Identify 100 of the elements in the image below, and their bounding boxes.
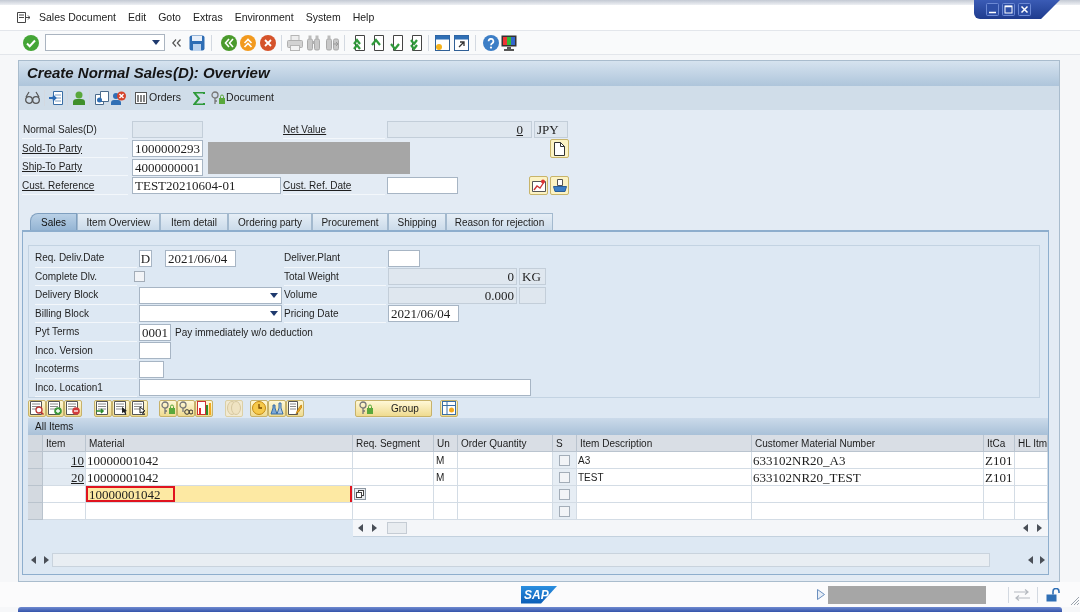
- table-cell[interactable]: [434, 486, 458, 503]
- documents-icon[interactable]: [95, 91, 109, 105]
- tab[interactable]: Shipping: [388, 213, 446, 230]
- checkbox[interactable]: [559, 488, 570, 500]
- menu-item[interactable]: Goto: [155, 9, 184, 26]
- table-cell[interactable]: 633102NR20_TEST: [752, 469, 984, 486]
- table-cell[interactable]: 10: [43, 452, 86, 469]
- checkbox[interactable]: [559, 505, 570, 517]
- input-field[interactable]: 1000000293: [132, 140, 203, 157]
- person-icon[interactable]: [73, 91, 85, 105]
- double-chevron-left-icon[interactable]: [172, 38, 181, 47]
- caret-down-icon[interactable]: [270, 311, 278, 317]
- caret-down-icon[interactable]: [270, 292, 278, 298]
- input-field[interactable]: 4000000001: [132, 158, 203, 176]
- table-cell[interactable]: TEST: [577, 469, 752, 486]
- cancel-icon[interactable]: [260, 34, 276, 51]
- table-cell[interactable]: [984, 503, 1015, 520]
- menu-item[interactable]: Extras: [189, 9, 226, 26]
- input-field[interactable]: [388, 249, 420, 267]
- input-field[interactable]: [139, 360, 164, 378]
- left-arrow-icon[interactable]: [358, 524, 363, 532]
- input-field[interactable]: 2021/06/04: [388, 305, 459, 323]
- horizontal-scrollbar[interactable]: [52, 553, 990, 567]
- minimize-icon[interactable]: [986, 3, 999, 16]
- menu-item[interactable]: Environment: [231, 9, 297, 26]
- bars-icon[interactable]: [135, 92, 147, 104]
- menu-item[interactable]: Help: [349, 9, 378, 26]
- play-triangle-icon[interactable]: [817, 589, 826, 600]
- table-cell[interactable]: M: [434, 469, 458, 486]
- table-cell[interactable]: [353, 469, 434, 486]
- help-icon[interactable]: [483, 34, 499, 51]
- left-arrow-icon[interactable]: [1028, 556, 1033, 564]
- table-cell[interactable]: [458, 503, 553, 520]
- monitor-icon[interactable]: [501, 34, 517, 51]
- right-arrow-icon[interactable]: [372, 524, 377, 532]
- table-cell[interactable]: [353, 486, 434, 503]
- table-cell[interactable]: Z101: [984, 469, 1015, 486]
- input-field[interactable]: [139, 379, 531, 397]
- table-cell[interactable]: [86, 503, 353, 520]
- icon-button[interactable]: [550, 139, 569, 158]
- dropdown-field[interactable]: [139, 305, 282, 323]
- left-arrow-icon[interactable]: [31, 556, 36, 564]
- sigma-icon[interactable]: [193, 91, 206, 105]
- binoculars-icon[interactable]: [307, 34, 320, 51]
- input-field[interactable]: TEST20210604-01: [132, 177, 281, 194]
- command-field[interactable]: [45, 34, 165, 51]
- input-field[interactable]: 2021/06/04: [165, 249, 236, 267]
- orders-button[interactable]: Orders: [135, 90, 182, 106]
- checkbox[interactable]: [134, 271, 145, 283]
- resize-grip-icon[interactable]: [1070, 596, 1080, 606]
- table-cell[interactable]: [752, 503, 984, 520]
- menu-icon[interactable]: [17, 12, 30, 23]
- table-cell[interactable]: [752, 486, 984, 503]
- table-cell[interactable]: 10000001042: [86, 452, 353, 469]
- table-cell[interactable]: [984, 486, 1015, 503]
- page-icon[interactable]: [554, 141, 565, 156]
- tab[interactable]: Ordering party: [228, 213, 312, 230]
- table-cell[interactable]: [434, 503, 458, 520]
- table-cell[interactable]: Z101: [984, 452, 1015, 469]
- table-cell[interactable]: 10000001042: [86, 469, 353, 486]
- right-arrow-icon[interactable]: [1040, 556, 1045, 564]
- document-button[interactable]: Document: [211, 90, 274, 106]
- item-number[interactable]: 20: [71, 470, 84, 484]
- table-cell[interactable]: [577, 503, 752, 520]
- table-cell[interactable]: [43, 503, 86, 520]
- maximize-icon[interactable]: [1002, 3, 1015, 16]
- table-cell[interactable]: [458, 486, 553, 503]
- page-arrow-down-icon[interactable]: [389, 34, 403, 51]
- input-field[interactable]: [139, 342, 171, 360]
- input-field[interactable]: D: [139, 249, 152, 267]
- save-icon[interactable]: [189, 34, 205, 51]
- document-arrow-icon[interactable]: [49, 91, 63, 105]
- close-icon[interactable]: [1018, 3, 1031, 16]
- table-cell[interactable]: [1015, 452, 1048, 469]
- dropdown-field[interactable]: [139, 286, 282, 304]
- table-cell[interactable]: [1015, 469, 1048, 486]
- menu-item[interactable]: Sales Document: [36, 9, 120, 26]
- input-field[interactable]: [387, 177, 458, 194]
- tab[interactable]: Procurement: [312, 213, 388, 230]
- table-cell[interactable]: [1015, 486, 1048, 503]
- table-cell[interactable]: [43, 486, 86, 503]
- key-lock-icon[interactable]: [211, 91, 226, 105]
- table-cell[interactable]: A3: [577, 452, 752, 469]
- key-lock-icon[interactable]: [359, 401, 373, 415]
- stacked-squares-icon[interactable]: [354, 488, 366, 500]
- table-cell[interactable]: [577, 486, 752, 503]
- table-cell[interactable]: [353, 503, 434, 520]
- unlocked-padlock-icon[interactable]: [1046, 587, 1060, 602]
- table-cell[interactable]: [353, 452, 434, 469]
- glasses-icon[interactable]: [25, 91, 40, 105]
- tab[interactable]: Sales: [30, 213, 77, 230]
- binoculars-arrow-icon[interactable]: [326, 34, 339, 51]
- person-x-icon[interactable]: [111, 91, 126, 105]
- tab[interactable]: Reason for rejection: [446, 213, 553, 230]
- page-arrow-up-icon[interactable]: [370, 34, 384, 51]
- table-cell[interactable]: [458, 452, 553, 469]
- tab[interactable]: Item detail: [160, 213, 228, 230]
- check-icon[interactable]: [23, 34, 39, 51]
- checkbox[interactable]: [559, 454, 570, 466]
- right-arrow-icon[interactable]: [1037, 524, 1042, 532]
